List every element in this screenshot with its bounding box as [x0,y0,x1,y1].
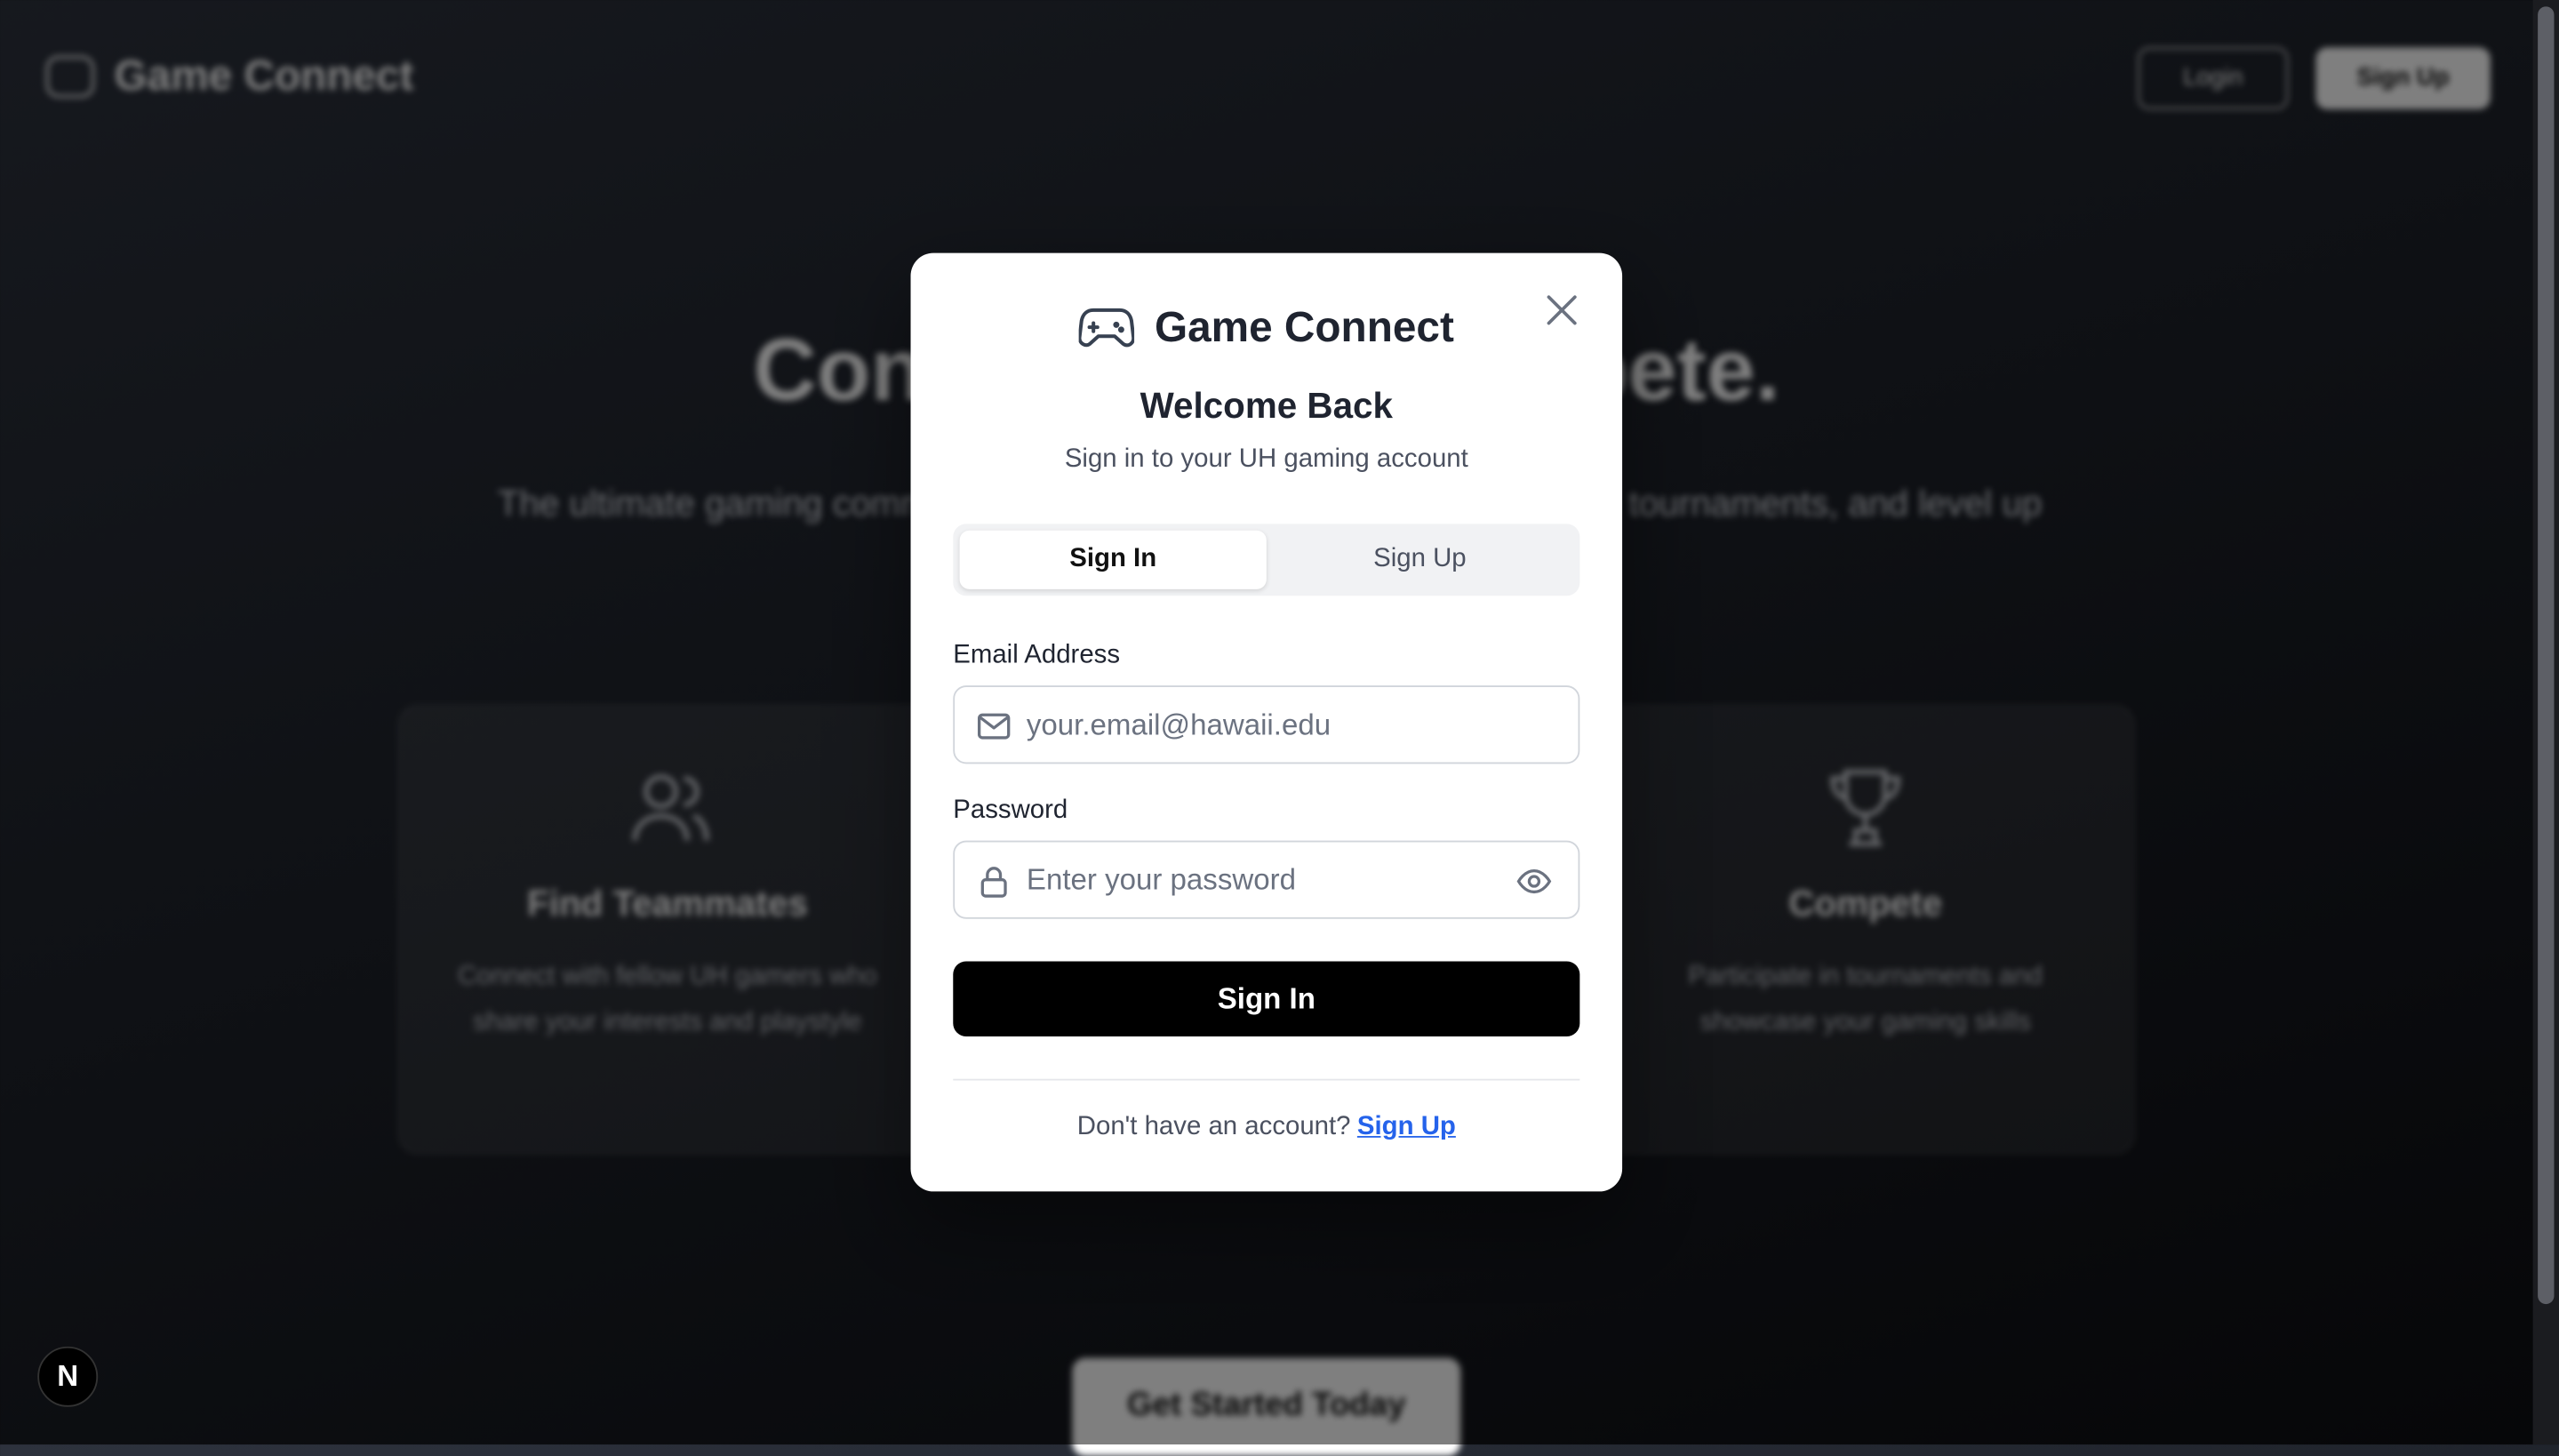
sign-up-link[interactable]: Sign Up [1357,1113,1456,1140]
modal-title: Welcome Back [1140,385,1394,427]
modal-subtitle: Sign in to your UH gaming account [1064,445,1468,474]
email-label: Email Address [953,641,1121,669]
divider [953,1078,1580,1081]
lock-icon [980,867,1007,898]
modal-brand: Game Connect [911,302,1623,361]
signup-prompt-text: Don't have an account? [1076,1113,1351,1141]
signup-prompt: Don't have an account? Sign Up [911,1113,1623,1142]
sign-in-button[interactable]: Sign In [953,961,1580,1036]
eye-icon[interactable] [1516,863,1552,899]
password-label: Password [953,796,1068,825]
tab-sign-in[interactable]: Sign In [959,530,1267,589]
auth-modal: Game Connect Welcome Back Sign in to you… [910,252,1623,1192]
nextjs-dev-badge[interactable]: N [37,1346,99,1407]
mail-icon [978,713,1011,740]
email-input[interactable] [1026,687,1500,763]
modal-brand-text: Game Connect [1154,301,1454,351]
password-field[interactable] [953,840,1580,919]
gamepad-icon [1078,307,1135,347]
tab-sign-up[interactable]: Sign Up [1267,531,1573,589]
scrollbar-thumb[interactable] [2538,6,2555,1305]
password-input[interactable] [1026,842,1500,917]
auth-tabs: Sign In Sign Up [953,524,1580,596]
email-field[interactable] [953,685,1580,764]
